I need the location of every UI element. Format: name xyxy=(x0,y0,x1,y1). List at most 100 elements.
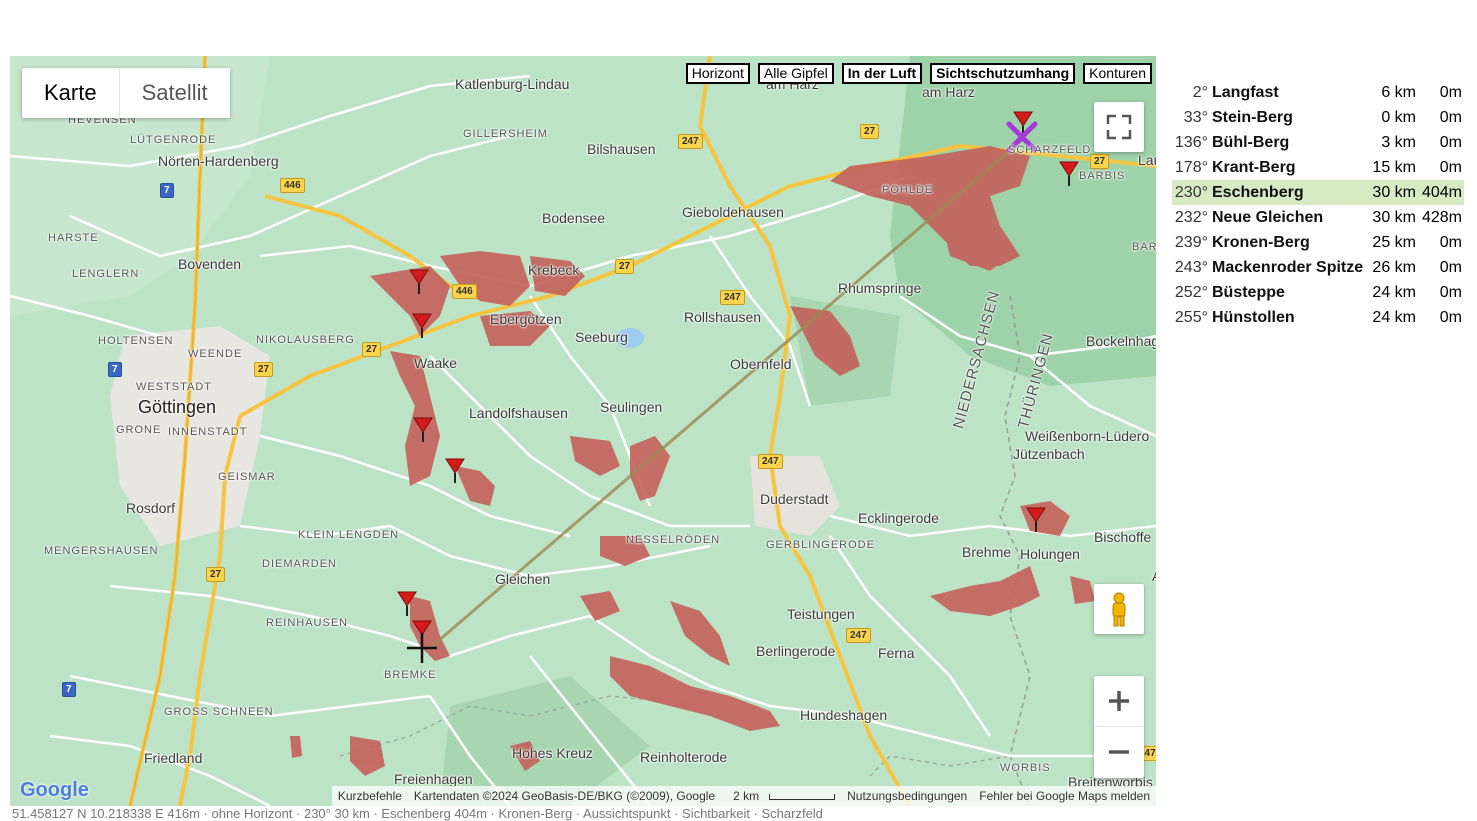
map-type-karte-button[interactable]: Karte xyxy=(22,68,119,118)
peak-azimuth: 239° xyxy=(1174,234,1208,251)
place-label: HOLTENSEN xyxy=(98,335,174,347)
peak-row[interactable]: 239° Kronen-Berg 25 km 0m xyxy=(1172,230,1464,255)
peak-row[interactable]: 178° Krant-Berg 15 km 0m xyxy=(1172,155,1464,180)
peak-row[interactable]: 33° Stein-Berg 0 km 0m xyxy=(1172,105,1464,130)
zoom-in-button[interactable] xyxy=(1094,676,1144,727)
place-label: Brehme xyxy=(962,544,1012,560)
peak-name: Mackenroder Spitze xyxy=(1212,259,1364,276)
map-type-satellit-button[interactable]: Satellit xyxy=(118,68,230,118)
peak-distance: 3 km xyxy=(1381,134,1416,151)
place-label: INNENSTADT xyxy=(168,426,248,438)
place-label: WEENDE xyxy=(188,348,243,360)
place-label: Berlingerode xyxy=(756,643,836,659)
minus-icon xyxy=(1109,750,1129,754)
peak-height: 0m xyxy=(1439,84,1462,101)
peak-azimuth: 232° xyxy=(1174,209,1208,226)
terms-link[interactable]: Nutzungsbedingungen xyxy=(841,789,973,803)
peak-distance: 26 km xyxy=(1372,259,1416,276)
road-shield: 7 xyxy=(62,682,76,697)
peak-height: 0m xyxy=(1439,309,1462,326)
place-label: Landolfshausen xyxy=(469,405,568,421)
peak-azimuth: 255° xyxy=(1174,309,1208,326)
place-label: Friedland xyxy=(144,750,203,766)
toggle-sichtschutzumhang-button[interactable]: Sichtschutzumhang xyxy=(930,63,1076,84)
place-label: Göttingen xyxy=(138,397,217,417)
peak-distance: 24 km xyxy=(1372,309,1416,326)
place-label: Bischoffe xyxy=(1094,529,1152,545)
place-label: Ecklingerode xyxy=(858,510,939,526)
place-label: LÜTGENRODE xyxy=(130,134,217,146)
map-canvas[interactable]: Katlenburg-Lindau HEVENSEN LÜTGENRODE Nörte… xyxy=(10,56,1156,806)
road-shield: 446 xyxy=(452,284,477,299)
place-label: Freienhagen xyxy=(394,771,473,787)
peak-marker xyxy=(397,591,417,616)
road-shield: 27 xyxy=(1090,154,1110,169)
peak-name: Kronen-Berg xyxy=(1212,234,1310,251)
peak-name: Hünstollen xyxy=(1212,309,1295,326)
road-shield: 247 xyxy=(758,454,783,469)
map-data-text: Kartendaten ©2024 GeoBasis-DE/BKG (©2009… xyxy=(413,789,716,803)
road-shield: 27 xyxy=(362,342,382,357)
peak-row[interactable]: 136° Bühl-Berg 3 km 0m xyxy=(1172,130,1464,155)
place-label: Rosdorf xyxy=(126,500,176,516)
place-label: HARSTE xyxy=(48,232,99,244)
peak-azimuth: 230° xyxy=(1172,180,1210,205)
zoom-out-button[interactable] xyxy=(1094,727,1144,777)
peak-row[interactable]: 255° Hünstollen 24 km 0m xyxy=(1172,305,1464,330)
place-label: Katlenburg-Lindau xyxy=(455,76,570,92)
scale-bar[interactable]: 2 km xyxy=(721,789,841,803)
peak-row[interactable]: 243° Mackenroder Spitze 26 km 0m xyxy=(1172,255,1464,280)
fullscreen-icon xyxy=(1106,114,1132,140)
report-error-link[interactable]: Fehler bei Google Maps melden xyxy=(973,789,1156,803)
peak-row[interactable]: 2° Langfast 6 km 0m xyxy=(1172,80,1464,105)
place-label: Krebeck xyxy=(528,262,580,278)
place-label: Bilshausen xyxy=(587,141,656,157)
peak-name: Büsteppe xyxy=(1212,284,1285,301)
peak-azimuth: 243° xyxy=(1174,259,1208,276)
place-label: Seulingen xyxy=(600,399,663,415)
toggle-in-der-luft-button[interactable]: In der Luft xyxy=(841,63,923,84)
peak-height: 428m xyxy=(1421,209,1462,226)
place-label: GEISMAR xyxy=(218,471,276,483)
toggle-alle-gipfel-button[interactable]: Alle Gipfel xyxy=(757,63,834,84)
peak-distance: 6 km xyxy=(1381,84,1416,101)
street-view-button[interactable] xyxy=(1094,584,1144,634)
place-label: KLEIN LENGDEN xyxy=(298,529,400,541)
road-shield: 27 xyxy=(254,362,274,377)
layer-toggle-bar: Horizont Alle Gipfel In der Luft Sichtschut… xyxy=(685,63,1152,84)
place-label: Obernfeld xyxy=(730,356,792,372)
place-label: NESSELRÖDEN xyxy=(626,534,721,546)
peak-row[interactable]: 230° Eschenberg 30 km 404m xyxy=(1172,180,1464,205)
peak-height: 404m xyxy=(1418,180,1464,205)
peak-marker xyxy=(412,313,432,338)
peak-distance: 25 km xyxy=(1372,234,1416,251)
toggle-konturen-button[interactable]: Konturen xyxy=(1083,63,1152,84)
peak-height: 0m xyxy=(1439,109,1462,126)
google-logo: Google xyxy=(20,779,89,801)
peak-height: 0m xyxy=(1439,159,1462,176)
peak-name: Eschenberg xyxy=(1210,180,1366,205)
peak-table: 2° Langfast 6 km 0m 33° Stein-Berg 0 km 0m 136° B… xyxy=(1172,80,1464,330)
place-label: Reinholterode xyxy=(640,749,728,765)
observer-crosshair xyxy=(407,633,437,663)
place-label: GILLERSHEIM xyxy=(463,128,548,140)
road-shield: 27 xyxy=(615,259,635,274)
peak-row[interactable]: 252° Büsteppe 24 km 0m xyxy=(1172,280,1464,305)
map-type-control: Karte Satellit xyxy=(22,68,230,118)
place-label: Gleichen xyxy=(495,571,551,587)
peak-distance: 30 km xyxy=(1366,180,1418,205)
place-label: NIKOLAUSBERG xyxy=(256,334,355,346)
peak-marker xyxy=(1026,507,1046,532)
peak-height: 0m xyxy=(1439,134,1462,151)
peak-distance: 24 km xyxy=(1372,284,1416,301)
place-label: Bockelnhagen xyxy=(1086,333,1156,349)
toggle-horizont-button[interactable]: Horizont xyxy=(685,63,750,84)
place-label: GERBLINGERODE xyxy=(766,539,875,551)
peak-row[interactable]: 232° Neue Gleichen 30 km 428m xyxy=(1172,205,1464,230)
place-label: GROSS SCHNEEN xyxy=(164,706,274,718)
peak-name: Bühl-Berg xyxy=(1212,134,1290,151)
road-shield: 7 xyxy=(108,362,122,377)
shortcuts-link[interactable]: Kurzbefehle xyxy=(332,789,408,803)
fullscreen-button[interactable] xyxy=(1094,102,1144,152)
peak-name: Langfast xyxy=(1212,84,1279,101)
